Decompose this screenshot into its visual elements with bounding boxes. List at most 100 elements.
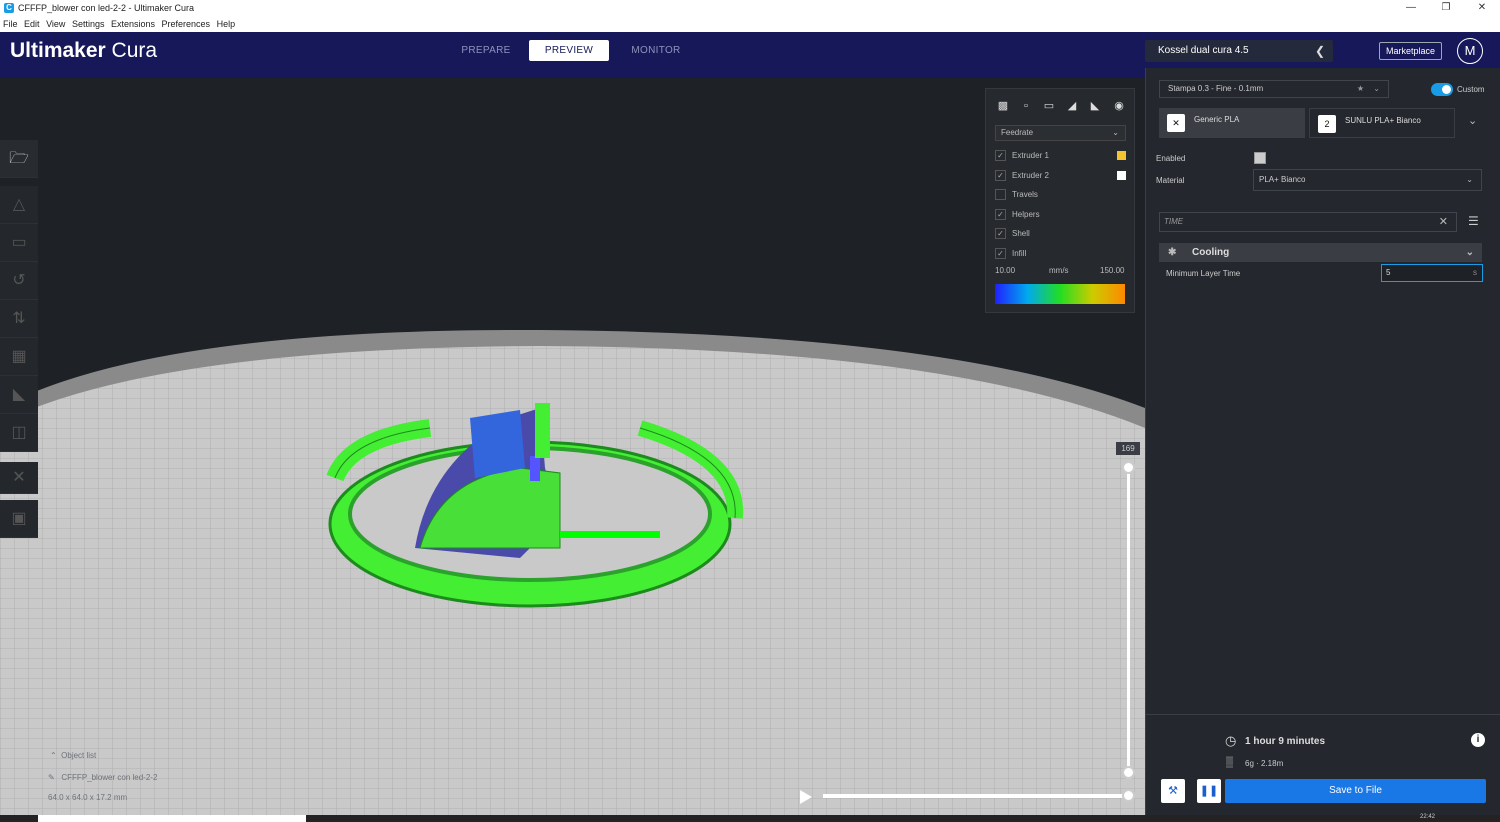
printer-selector[interactable]: Kossel dual cura 4.5 ❮ <box>1145 40 1333 62</box>
option-travels[interactable]: Travels <box>995 188 1038 202</box>
checkbox-travels[interactable] <box>995 189 1006 201</box>
tab-prepare[interactable]: PREPARE <box>452 40 520 61</box>
option-extruder-2[interactable]: ✓ Extruder 2 <box>995 169 1049 183</box>
layer-number[interactable]: 169 <box>1116 442 1140 455</box>
material-dropdown[interactable]: PLA+ Bianco ⌄ <box>1253 169 1482 191</box>
object-list-label: Object list <box>61 751 97 760</box>
star-icon[interactable]: ★ <box>1357 81 1364 97</box>
filament-icon: ▒ <box>1226 757 1234 768</box>
extruder-1-color-icon <box>1117 151 1126 160</box>
move-tool-icon[interactable]: △ <box>0 186 38 224</box>
checkbox-infill[interactable]: ✓ <box>995 248 1006 260</box>
option-infill[interactable]: ✓ Infill <box>995 247 1026 261</box>
menu-edit[interactable]: Edit <box>24 19 40 29</box>
search-text: TIME <box>1164 217 1184 226</box>
windows-taskbar: 22:42 <box>0 814 1500 822</box>
cooling-category-header[interactable]: ✱ Cooling ⌄ <box>1159 243 1482 262</box>
menu-file[interactable]: File <box>3 19 18 29</box>
front-view-icon[interactable]: ▫ <box>1019 99 1033 113</box>
open-file-icon[interactable]: 🗁 <box>0 140 38 178</box>
mirror-tool-icon[interactable]: ⇅ <box>0 300 38 338</box>
wrench-icon[interactable]: ⚒ <box>1161 779 1185 803</box>
chevron-left-icon: ❮ <box>1314 44 1325 58</box>
option-shell[interactable]: ✓ Shell <box>995 227 1030 241</box>
settings-menu-icon[interactable]: ☰ <box>1468 214 1479 228</box>
marketplace-button[interactable]: Marketplace <box>1379 42 1442 60</box>
support-blocker-icon[interactable]: ◣ <box>0 376 38 414</box>
object-name-row: ✎ CFFFP_blower con led-2-2 <box>48 773 157 782</box>
pencil-icon[interactable]: ✎ <box>48 773 55 782</box>
option-helpers[interactable]: ✓ Helpers <box>995 208 1040 222</box>
extruder-2-icon[interactable]: ▣ <box>0 500 38 538</box>
rotate-tool-icon[interactable]: ↺ <box>0 262 38 300</box>
taskbar-search[interactable] <box>38 815 306 822</box>
eye-icon[interactable]: ◉ <box>1112 99 1126 113</box>
menu-help[interactable]: Help <box>217 19 236 29</box>
restore-icon[interactable]: ❐ <box>1431 0 1461 17</box>
extruder-2-material: SUNLU PLA+ Bianco <box>1345 116 1421 125</box>
extruder-x-icon[interactable]: ✕ <box>0 462 38 494</box>
3d-view-icon[interactable]: ▩ <box>996 99 1010 113</box>
pause-icon[interactable]: ❚❚ <box>1197 779 1221 803</box>
close-window-icon[interactable]: ✕ <box>1467 0 1497 17</box>
feedrate-gradient-legend <box>995 284 1125 304</box>
cooling-label: Cooling <box>1192 247 1230 258</box>
checkbox-extruder-2[interactable]: ✓ <box>995 170 1006 182</box>
clear-search-icon[interactable]: ✕ <box>1439 213 1448 231</box>
chevron-down-icon[interactable]: ⌄ <box>1468 114 1477 127</box>
menu-settings[interactable]: Settings <box>72 19 105 29</box>
per-model-settings-icon[interactable]: ▦ <box>0 338 38 376</box>
layer-slider-track[interactable] <box>1127 468 1130 773</box>
legend-max: 150.00 <box>1100 266 1125 275</box>
top-view-icon[interactable]: ▭ <box>1042 99 1056 113</box>
object-list-toggle[interactable]: ⌃ Object list <box>50 751 96 760</box>
path-slider-handle[interactable] <box>1122 789 1135 802</box>
object-name: CFFFP_blower con led-2-2 <box>61 773 158 782</box>
extruder-2-tab[interactable]: 2 SUNLU PLA+ Bianco <box>1309 108 1455 138</box>
color-scheme-dropdown[interactable]: Feedrate ⌄ <box>995 125 1126 141</box>
tool-icon[interactable]: ◫ <box>0 414 38 452</box>
enabled-checkbox[interactable] <box>1254 152 1266 164</box>
checkbox-shell[interactable]: ✓ <box>995 228 1006 240</box>
profile-selector[interactable]: Stampa 0.3 - Fine - 0.1mm ★ ⌄ <box>1159 80 1389 98</box>
travels-label: Travels <box>1012 190 1038 199</box>
menu-preferences[interactable]: Preferences <box>162 19 211 29</box>
brand-logo: Ultimaker Cura <box>10 39 158 62</box>
scale-tool-icon[interactable]: ▭ <box>0 224 38 262</box>
minimize-icon[interactable]: — <box>1396 0 1426 17</box>
shell-label: Shell <box>1012 229 1030 238</box>
checkbox-extruder-1[interactable]: ✓ <box>995 150 1006 162</box>
extruder-1-tab[interactable]: ✕ Generic PLA <box>1159 108 1305 138</box>
chevron-up-icon: ⌃ <box>50 751 57 760</box>
settings-search-input[interactable]: TIME ✕ <box>1159 212 1457 232</box>
chevron-down-icon: ⌄ <box>1465 247 1474 258</box>
material-label: Material <box>1156 176 1185 185</box>
custom-label: Custom <box>1457 85 1485 94</box>
menu-view[interactable]: View <box>46 19 65 29</box>
info-icon[interactable]: i <box>1471 733 1485 747</box>
layer-slider-top-handle[interactable] <box>1122 461 1135 474</box>
path-slider-track[interactable] <box>823 794 1128 798</box>
minimum-layer-time-input[interactable]: 5 s <box>1381 264 1483 282</box>
chevron-down-icon: ⌄ <box>1112 128 1119 137</box>
checkbox-helpers[interactable]: ✓ <box>995 209 1006 221</box>
tab-monitor[interactable]: MONITOR <box>620 40 692 61</box>
save-to-file-button[interactable]: Save to File <box>1225 779 1486 803</box>
custom-mode-toggle[interactable] <box>1431 83 1453 96</box>
account-avatar[interactable]: M <box>1457 38 1483 64</box>
clock-icon: ◷ <box>1225 733 1237 748</box>
play-icon[interactable] <box>800 790 812 804</box>
left-view-icon[interactable]: ◢ <box>1065 99 1079 113</box>
legend-unit: mm/s <box>1049 266 1069 275</box>
menu-extensions[interactable]: Extensions <box>111 19 155 29</box>
extruder-2-label: Extruder 2 <box>1012 171 1049 180</box>
left-toolbar: 🗁 △ ▭ ↺ ⇅ ▦ ◣ ◫ ✕ ▣ <box>0 140 38 538</box>
print-settings-panel: Stampa 0.3 - Fine - 0.1mm ★ ⌄ Custom ✕ G… <box>1145 68 1500 816</box>
fan-icon: ✱ <box>1168 247 1177 258</box>
legend-min: 10.00 <box>995 266 1016 275</box>
right-view-icon[interactable]: ◣ <box>1088 99 1102 113</box>
layer-slider-bottom-handle[interactable] <box>1122 766 1135 779</box>
3d-viewport[interactable]: 🗁 △ ▭ ↺ ⇅ ▦ ◣ ◫ ✕ ▣ 169 ⌃ Object list ✎ … <box>0 78 1145 816</box>
tab-preview[interactable]: PREVIEW <box>529 40 609 61</box>
option-extruder-1[interactable]: ✓ Extruder 1 <box>995 149 1049 163</box>
